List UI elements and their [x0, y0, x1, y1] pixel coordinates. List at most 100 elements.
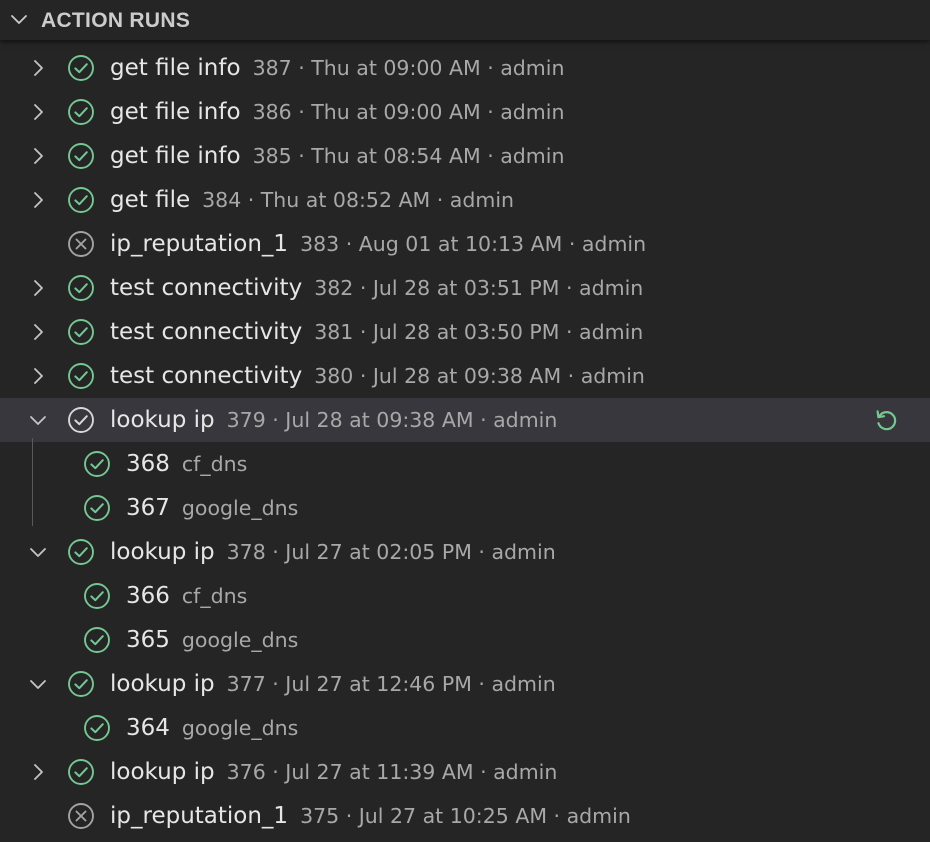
run-label: test connectivity 380 · Jul 28 at 09:38 A… [110, 354, 645, 398]
action-run-row[interactable]: get file info 385 · Thu at 08:54 AM · adm… [0, 134, 930, 178]
child-run-id: 364 [126, 715, 170, 741]
chevron-down-icon[interactable] [28, 674, 48, 694]
child-run-asset: google_dns [181, 628, 299, 652]
run-name: lookup ip [110, 671, 215, 697]
run-description: 377 · Jul 27 at 12:46 PM · admin [226, 672, 556, 696]
action-run-row[interactable]: ip_reputation_1 375 · Jul 27 at 10:25 AM … [0, 794, 930, 838]
x-circle-icon [67, 802, 95, 830]
check-circle-icon [67, 274, 95, 302]
run-name: ip_reputation_1 [110, 803, 289, 829]
action-run-row[interactable]: lookup ip 377 · Jul 27 at 12:46 PM · admi… [0, 662, 930, 706]
rerun-icon[interactable] [872, 406, 900, 434]
run-name: get file info [110, 143, 241, 169]
child-run-asset: google_dns [181, 496, 299, 520]
run-label: lookup ip 379 · Jul 28 at 09:38 AM · admi… [110, 398, 557, 442]
check-circle-icon [67, 318, 95, 346]
chevron-right-icon[interactable] [28, 762, 48, 782]
check-circle-icon [67, 406, 95, 434]
chevron-right-icon[interactable] [28, 58, 48, 78]
chevron-down-icon[interactable] [9, 10, 29, 30]
check-circle-icon [67, 186, 95, 214]
run-name: ip_reputation_1 [110, 231, 289, 257]
run-description: 383 · Aug 01 at 10:13 AM · admin [300, 232, 647, 256]
chevron-down-icon[interactable] [28, 410, 48, 430]
run-label: get file info 386 · Thu at 09:00 AM · adm… [110, 90, 564, 134]
run-label: get file info 385 · Thu at 08:54 AM · adm… [110, 134, 564, 178]
run-description: 381 · Jul 28 at 03:50 PM · admin [314, 320, 644, 344]
run-name: get file info [110, 55, 241, 81]
action-run-row[interactable]: test connectivity 381 · Jul 28 at 03:50 P… [0, 310, 930, 354]
action-run-row[interactable]: test connectivity 382 · Jul 28 at 03:51 P… [0, 266, 930, 310]
check-circle-icon [67, 98, 95, 126]
run-description: 386 · Thu at 09:00 AM · admin [252, 100, 565, 124]
run-description: 380 · Jul 28 at 09:38 AM · admin [314, 364, 645, 388]
check-circle-icon [67, 142, 95, 170]
child-run-row[interactable]: 368 cf_dns [0, 442, 930, 486]
run-name: get file info [110, 99, 241, 125]
check-circle-icon [83, 626, 111, 654]
check-circle-icon [83, 494, 111, 522]
chevron-right-icon[interactable] [28, 102, 48, 122]
check-circle-icon [83, 582, 111, 610]
run-name: lookup ip [110, 407, 215, 433]
panel-header[interactable]: ACTION RUNS [0, 0, 930, 40]
chevron-right-icon[interactable] [28, 366, 48, 386]
run-name: test connectivity [110, 363, 303, 389]
check-circle-icon [83, 450, 111, 478]
run-name: test connectivity [110, 275, 303, 301]
run-label: get file 384 · Thu at 08:52 AM · admin [110, 178, 514, 222]
chevron-right-icon[interactable] [28, 278, 48, 298]
chevron-right-icon[interactable] [28, 322, 48, 342]
action-run-row[interactable]: lookup ip 376 · Jul 27 at 11:39 AM · admi… [0, 750, 930, 794]
run-description: 384 · Thu at 08:52 AM · admin [202, 188, 515, 212]
run-label: test connectivity 382 · Jul 28 at 03:51 P… [110, 266, 643, 310]
chevron-right-icon[interactable] [28, 146, 48, 166]
action-run-row[interactable]: test connectivity 380 · Jul 28 at 09:38 A… [0, 354, 930, 398]
child-run-row[interactable]: 364 google_dns [0, 706, 930, 750]
chevron-down-icon[interactable] [28, 542, 48, 562]
run-name: lookup ip [110, 539, 215, 565]
check-circle-icon [67, 538, 95, 566]
check-circle-icon [67, 54, 95, 82]
child-run-row[interactable]: 365 google_dns [0, 618, 930, 662]
run-label: ip_reputation_1 375 · Jul 27 at 10:25 AM … [110, 794, 631, 838]
run-label: test connectivity 381 · Jul 28 at 03:50 P… [110, 310, 643, 354]
child-run-asset: cf_dns [181, 584, 248, 608]
action-run-row[interactable]: get file info 386 · Thu at 09:00 AM · adm… [0, 90, 930, 134]
action-runs-panel: ACTION RUNS get file info 387 · Thu at 09… [0, 0, 930, 842]
child-run-id: 365 [126, 627, 170, 653]
check-circle-icon [67, 362, 95, 390]
child-run-asset: cf_dns [181, 452, 248, 476]
child-run-id: 366 [126, 583, 170, 609]
run-label: get file info 387 · Thu at 09:00 AM · adm… [110, 46, 564, 90]
child-run-row[interactable]: 367 google_dns [0, 486, 930, 530]
run-label: lookup ip 378 · Jul 27 at 02:05 PM · admi… [110, 530, 556, 574]
check-circle-icon [67, 670, 95, 698]
run-name: test connectivity [110, 319, 303, 345]
run-description: 387 · Thu at 09:00 AM · admin [252, 56, 565, 80]
run-label: 365 google_dns [126, 618, 298, 662]
action-run-row[interactable]: lookup ip 378 · Jul 27 at 02:05 PM · admi… [0, 530, 930, 574]
x-circle-icon [67, 230, 95, 258]
check-circle-icon [83, 714, 111, 742]
child-run-row[interactable]: 366 cf_dns [0, 574, 930, 618]
run-label: 368 cf_dns [126, 442, 247, 486]
run-description: 382 · Jul 28 at 03:51 PM · admin [314, 276, 644, 300]
run-label: 367 google_dns [126, 486, 298, 530]
action-run-row[interactable]: ip_reputation_1 383 · Aug 01 at 10:13 AM … [0, 222, 930, 266]
run-description: 379 · Jul 28 at 09:38 AM · admin [226, 408, 558, 432]
run-label: 364 google_dns [126, 706, 298, 750]
runs-tree: get file info 387 · Thu at 09:00 AM · adm… [0, 46, 930, 838]
run-description: 376 · Jul 27 at 11:39 AM · admin [226, 760, 558, 784]
action-run-row[interactable]: lookup ip 379 · Jul 28 at 09:38 AM · admi… [0, 398, 930, 442]
child-run-asset: google_dns [181, 716, 299, 740]
run-label: lookup ip 377 · Jul 27 at 12:46 PM · admi… [110, 662, 556, 706]
run-name: lookup ip [110, 759, 215, 785]
run-description: 375 · Jul 27 at 10:25 AM · admin [300, 804, 631, 828]
action-run-row[interactable]: get file 384 · Thu at 08:52 AM · admin [0, 178, 930, 222]
chevron-right-icon[interactable] [28, 190, 48, 210]
action-run-row[interactable]: get file info 387 · Thu at 09:00 AM · adm… [0, 46, 930, 90]
run-label: 366 cf_dns [126, 574, 247, 618]
child-run-id: 368 [126, 451, 170, 477]
tree-indent-guide [32, 438, 33, 526]
